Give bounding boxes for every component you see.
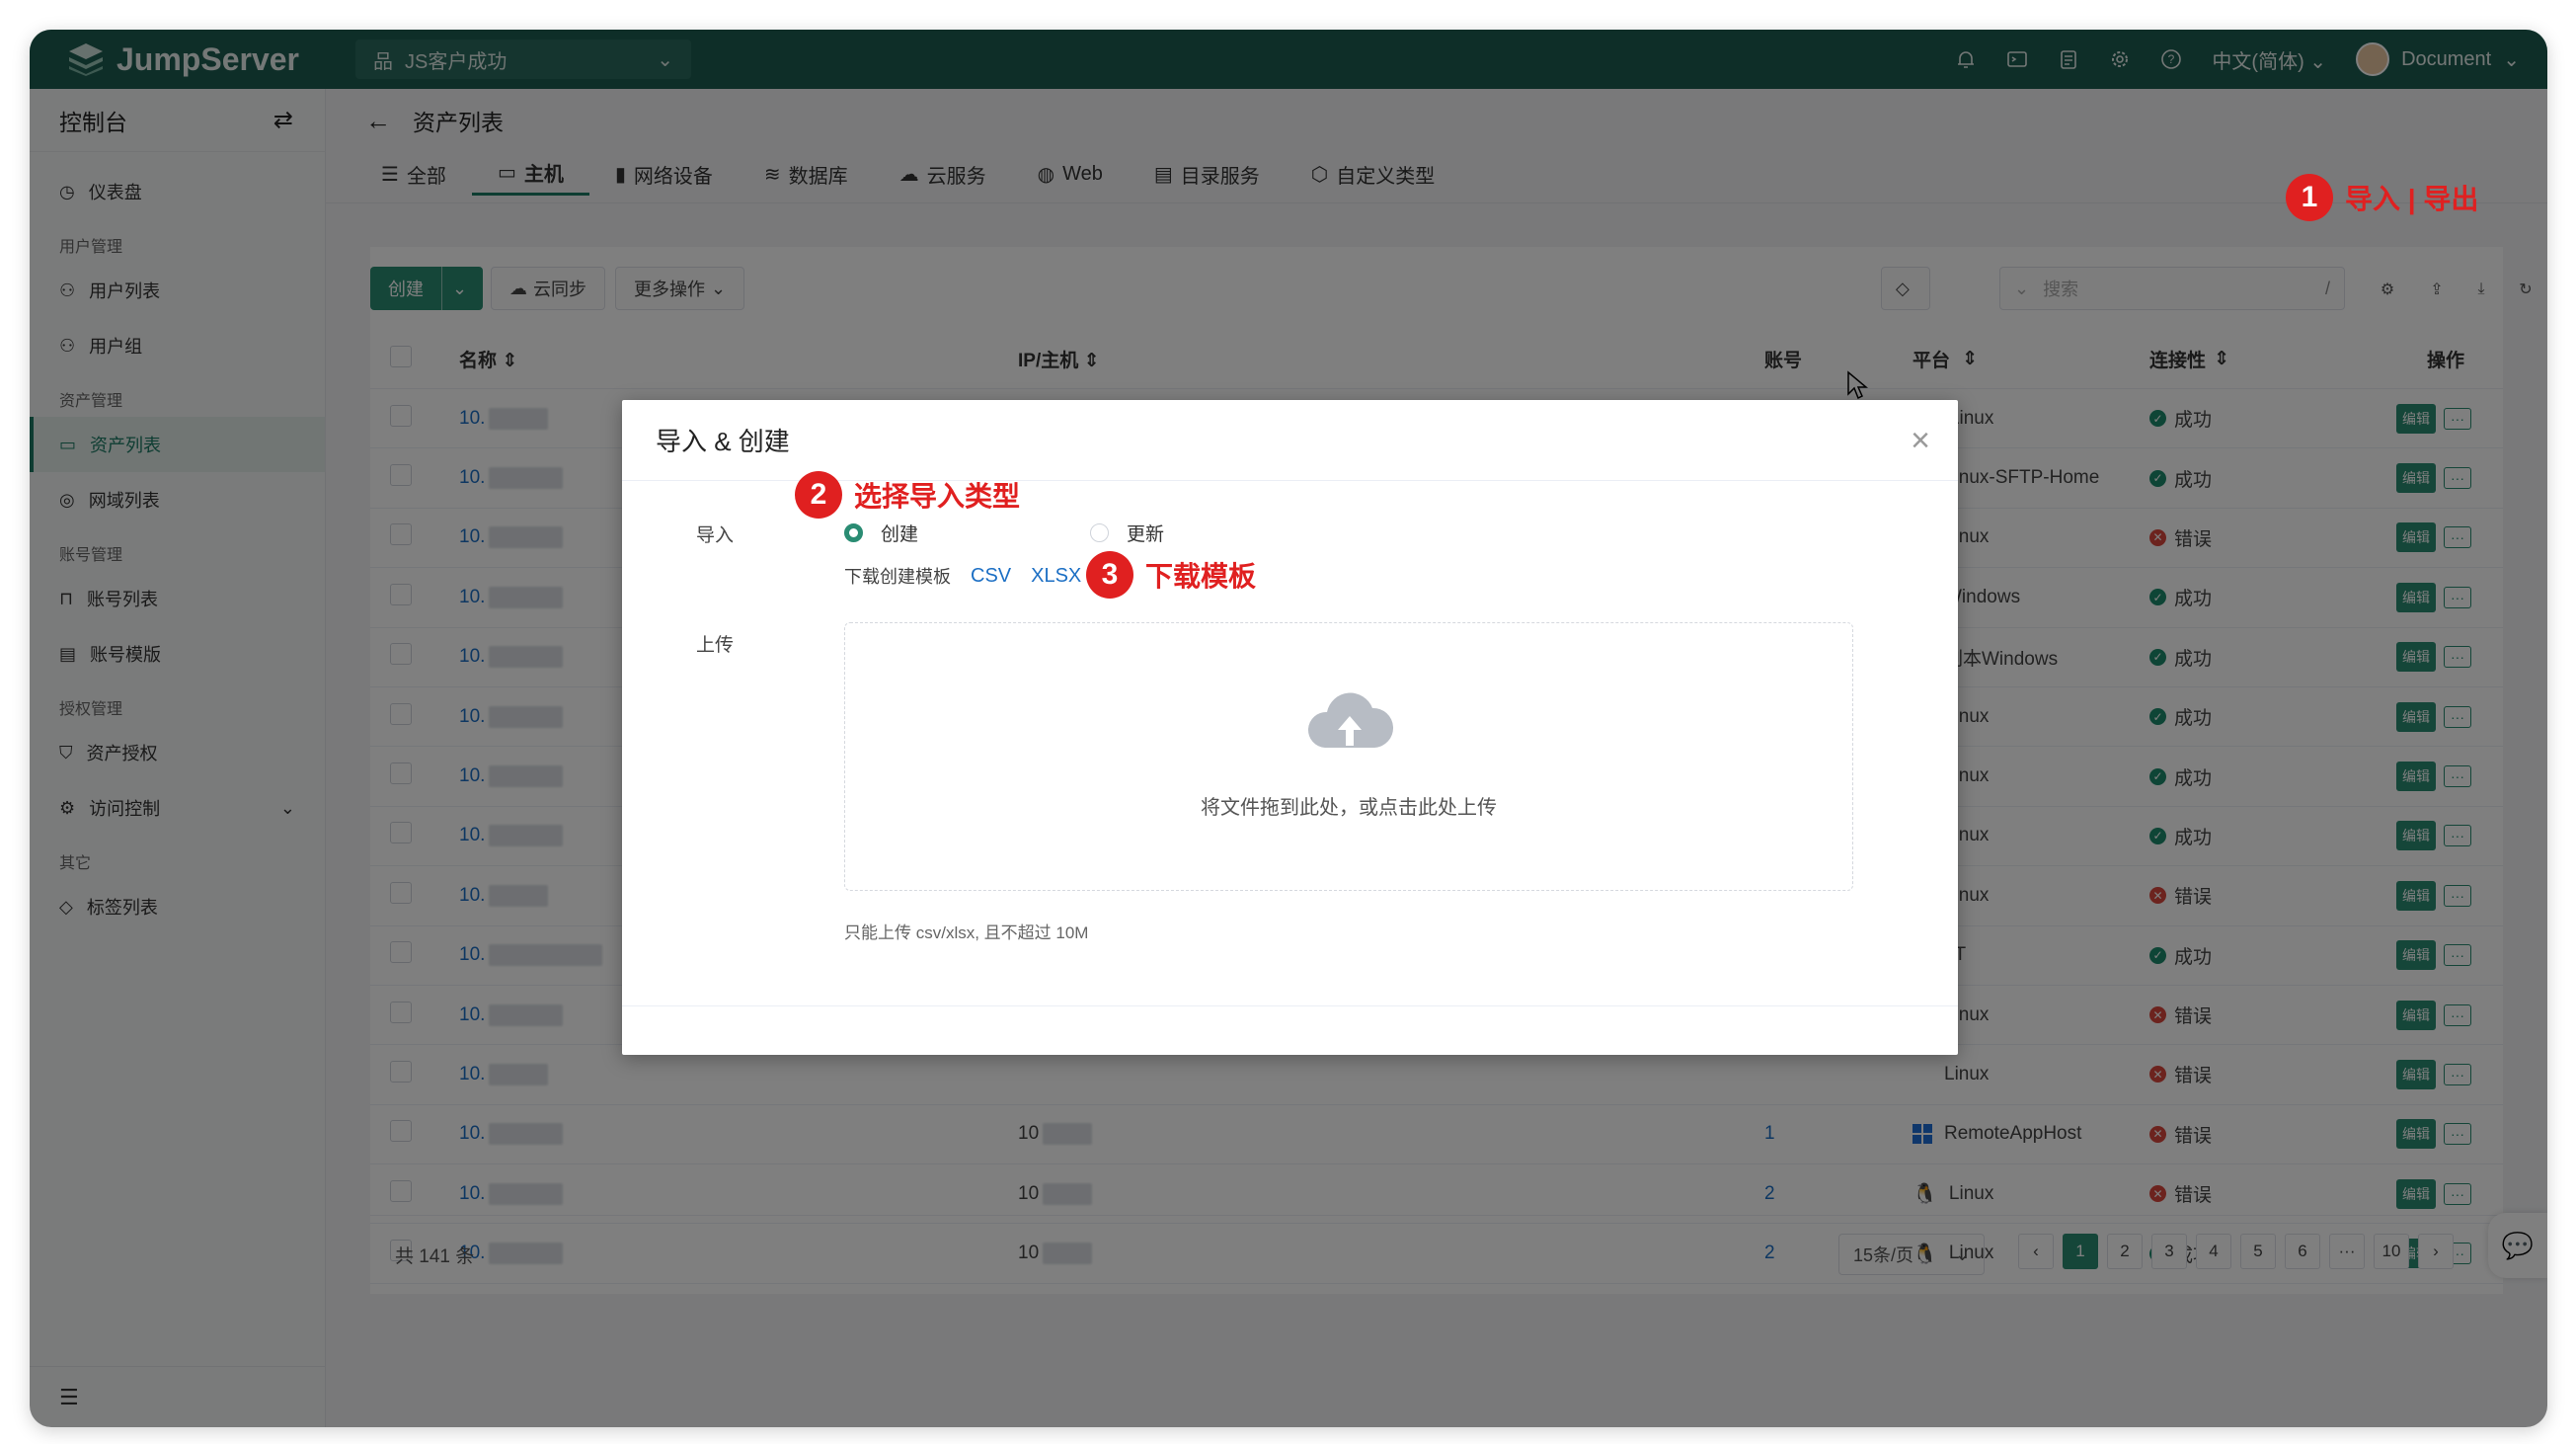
radio-checked-icon xyxy=(844,523,863,542)
download-csv-link[interactable]: CSV xyxy=(971,565,1011,588)
annotation-2: 2 选择导入类型 xyxy=(795,471,1020,519)
annotation-1: 1 导入 | 导出 xyxy=(2286,174,2478,221)
upload-dropzone[interactable]: 将文件拖到此处，或点击此处上传 xyxy=(844,622,1853,891)
dialog-title: 导入 & 创建 xyxy=(656,427,790,456)
dropzone-text: 将文件拖到此处，或点击此处上传 xyxy=(1201,797,1497,819)
radio-update[interactable]: 更新 xyxy=(1090,520,1164,546)
upload-label: 上传 xyxy=(696,635,735,656)
dialog-footer xyxy=(622,1005,1958,1055)
close-icon[interactable]: × xyxy=(1911,424,1930,457)
upload-hint: 只能上传 csv/xlsx, 且不超过 10M xyxy=(844,923,1089,942)
dialog-header: 导入 & 创建 xyxy=(622,400,1958,481)
import-create-dialog: 导入 & 创建 × 2 选择导入类型 导入 创建 更新 下载创建模板 CSV XL… xyxy=(622,400,1958,1055)
app-window: JumpServer 品 JS客户成功 ⌄ ? 中文(简体) ⌄ Documen… xyxy=(30,30,2547,1427)
download-xlsx-link[interactable]: XLSX xyxy=(1031,565,1081,588)
import-label: 导入 xyxy=(696,525,735,546)
radio-unchecked-icon xyxy=(1090,523,1109,542)
template-download: 下载创建模板 CSV XLSX xyxy=(844,564,1082,588)
cloud-upload-icon xyxy=(1307,692,1394,748)
radio-create[interactable]: 创建 xyxy=(844,520,918,546)
annotation-3: 3 下载模板 xyxy=(1086,551,1256,599)
